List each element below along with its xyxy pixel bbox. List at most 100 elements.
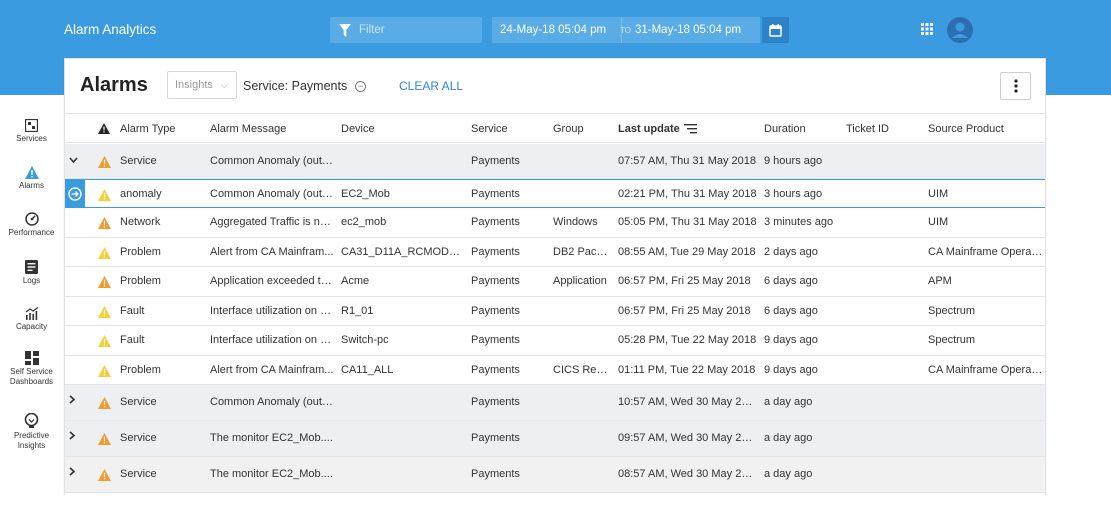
cell-duration: a day ago: [764, 396, 813, 408]
cell-message: Common Anomaly (outs...: [210, 155, 334, 167]
table-row[interactable]: Fault Interface utilization on R... Switch…: [65, 326, 1045, 356]
cell-last-update: 10:57 AM, Wed 30 May 2018: [618, 396, 758, 408]
date-range[interactable]: 24-May-18 05:04 pm TO 31-May-18 05:04 pm: [492, 17, 760, 43]
expand-chevron-icon[interactable]: [69, 431, 76, 443]
table-group-row[interactable]: Service Common Anomaly (outs... Payments 10…: [65, 385, 1045, 421]
table-row[interactable]: Problem Application exceeded th... Acme Pay…: [65, 267, 1045, 297]
cell-message: Interface utilization on R...: [210, 334, 334, 346]
alarms-panel: Alarms Insights ⌵ Service: Payments − CL…: [64, 58, 1046, 498]
cell-device: CA11_ALL: [341, 364, 394, 376]
sidebar-item-label: Performance: [8, 228, 55, 237]
app-title: Alarm Analytics: [64, 22, 157, 37]
sidebar-item-label: Predictive: [13, 431, 50, 440]
cell-type: Service: [120, 396, 157, 408]
cell-service: Payments: [471, 364, 520, 376]
expand-chevron-icon[interactable]: [69, 467, 76, 479]
apps-grid-icon[interactable]: [921, 23, 933, 38]
dashboard-icon: [24, 351, 39, 365]
calendar-button[interactable]: [762, 17, 789, 43]
page-title: Alarms: [80, 74, 148, 96]
major-severity-icon: [98, 156, 111, 171]
user-avatar-icon[interactable]: [947, 17, 973, 46]
selected-row-badge-icon[interactable]: [65, 180, 85, 207]
sidebar: Services Alarms Performance Logs Capacit…: [0, 95, 63, 495]
cell-last-update: 07:57 AM, Thu 31 May 2018: [618, 155, 756, 167]
cell-source: Spectrum: [928, 334, 976, 346]
cell-duration: 9 days ago: [764, 364, 818, 376]
cell-service: Payments: [471, 155, 520, 167]
sidebar-item-alarms[interactable]: Alarms: [0, 166, 63, 191]
sidebar-item-label: Services: [16, 134, 47, 143]
date-to-field[interactable]: 31-May-18 05:04 pm: [635, 24, 741, 36]
cell-last-update: 08:55 AM, Tue 29 May 2018: [618, 246, 756, 258]
cell-device: CA31_D11A_RCMOD200...: [341, 246, 465, 258]
cell-type: Problem: [120, 364, 161, 376]
cell-duration: 9 days ago: [764, 334, 818, 346]
cell-type: Problem: [120, 246, 161, 258]
sidebar-item-label: Self Service: [10, 367, 53, 376]
column-header-device[interactable]: Device: [341, 123, 375, 135]
cell-service: Payments: [471, 246, 520, 258]
sidebar-item-predictive-insights[interactable]: Predictive Insights: [0, 413, 63, 451]
column-header-ticket-id[interactable]: Ticket ID: [846, 123, 889, 135]
cell-duration: 2 days ago: [764, 246, 818, 258]
column-header-last-update[interactable]: Last update: [618, 123, 680, 135]
cell-type: Problem: [120, 275, 161, 287]
cell-duration: a day ago: [764, 432, 813, 444]
cell-type: Network: [120, 216, 161, 228]
sidebar-item-label: Dashboards: [9, 377, 54, 386]
minor-severity-icon: [98, 306, 111, 321]
kebab-menu-icon: [1013, 79, 1018, 93]
table-group-row[interactable]: Service Common Anomaly (outs... Payments 07…: [65, 144, 1045, 179]
table-row[interactable]: Problem Alert from CA Mainfram... CA11_ALL…: [65, 356, 1045, 385]
footer-strip: [0, 495, 1111, 526]
cell-source: CA Mainframe Operati...: [928, 364, 1044, 376]
calendar-icon: [769, 23, 782, 37]
more-options-button[interactable]: [1000, 72, 1031, 100]
clear-all-button[interactable]: CLEAR ALL: [399, 79, 463, 93]
cell-duration: 9 hours ago: [764, 155, 823, 167]
services-icon: [25, 119, 38, 132]
sidebar-item-services[interactable]: Services: [0, 119, 63, 144]
cell-message: Common Anomaly (outs...: [210, 396, 334, 408]
table-row[interactable]: Network Aggregated Traffic is no... ec2_mo…: [65, 208, 1045, 238]
sidebar-item-logs[interactable]: Logs: [0, 260, 63, 286]
cell-type: Fault: [120, 305, 145, 317]
column-header-duration[interactable]: Duration: [764, 123, 806, 135]
column-header-alarm-type[interactable]: Alarm Type: [120, 123, 175, 135]
expand-chevron-icon[interactable]: [69, 395, 76, 407]
column-header-source-product[interactable]: Source Product: [928, 123, 1004, 135]
column-header-service[interactable]: Service: [471, 123, 508, 135]
table-row[interactable]: anomaly Common Anomaly (outs... EC2_Mob Pay…: [65, 179, 1045, 208]
table-group-row[interactable]: Service The monitor EC2_Mob.... Payments 08…: [65, 457, 1045, 493]
chevron-down-icon: ⌵: [220, 79, 228, 90]
sidebar-item-capacity[interactable]: Capacity: [0, 307, 63, 332]
column-header-alarm-message[interactable]: Alarm Message: [210, 123, 286, 135]
sidebar-item-self-service-dashboards[interactable]: Self Service Dashboards: [0, 351, 63, 387]
table-row[interactable]: Fault Interface utilization on R... R1_01 P…: [65, 297, 1045, 326]
cell-last-update: 06:57 PM, Fri 25 May 2018: [618, 275, 751, 287]
collapse-chevron-icon[interactable]: [69, 154, 78, 166]
date-to-label: TO: [620, 25, 631, 35]
cell-last-update: 06:57 PM, Fri 25 May 2018: [618, 305, 751, 317]
sidebar-item-label: Logs: [22, 276, 41, 285]
cell-duration: a day ago: [764, 468, 813, 480]
cell-message: Interface utilization on R...: [210, 305, 334, 317]
cell-service: Payments: [471, 275, 520, 287]
service-filter-chip: Service: Payments −: [243, 79, 367, 93]
cell-service: Payments: [471, 334, 520, 346]
insights-dropdown[interactable]: Insights ⌵: [167, 71, 237, 99]
cell-duration: 3 minutes ago: [764, 216, 834, 228]
remove-filter-icon[interactable]: −: [355, 80, 367, 92]
sidebar-item-performance[interactable]: Performance: [0, 212, 63, 238]
major-severity-icon: [98, 469, 111, 484]
filter-input[interactable]: Filter: [330, 17, 482, 43]
cell-source: UIM: [928, 216, 949, 228]
table-group-row[interactable]: Service The monitor EC2_Mob.... Payments 09…: [65, 421, 1045, 457]
date-from-field[interactable]: 24-May-18 05:04 pm: [492, 17, 622, 43]
cell-duration: 6 days ago: [764, 305, 818, 317]
table-row[interactable]: Problem Alert from CA Mainfram... CA31_D11…: [65, 238, 1045, 267]
major-severity-icon: [98, 217, 111, 232]
sort-icon[interactable]: [684, 124, 697, 134]
column-header-group[interactable]: Group: [553, 123, 584, 135]
